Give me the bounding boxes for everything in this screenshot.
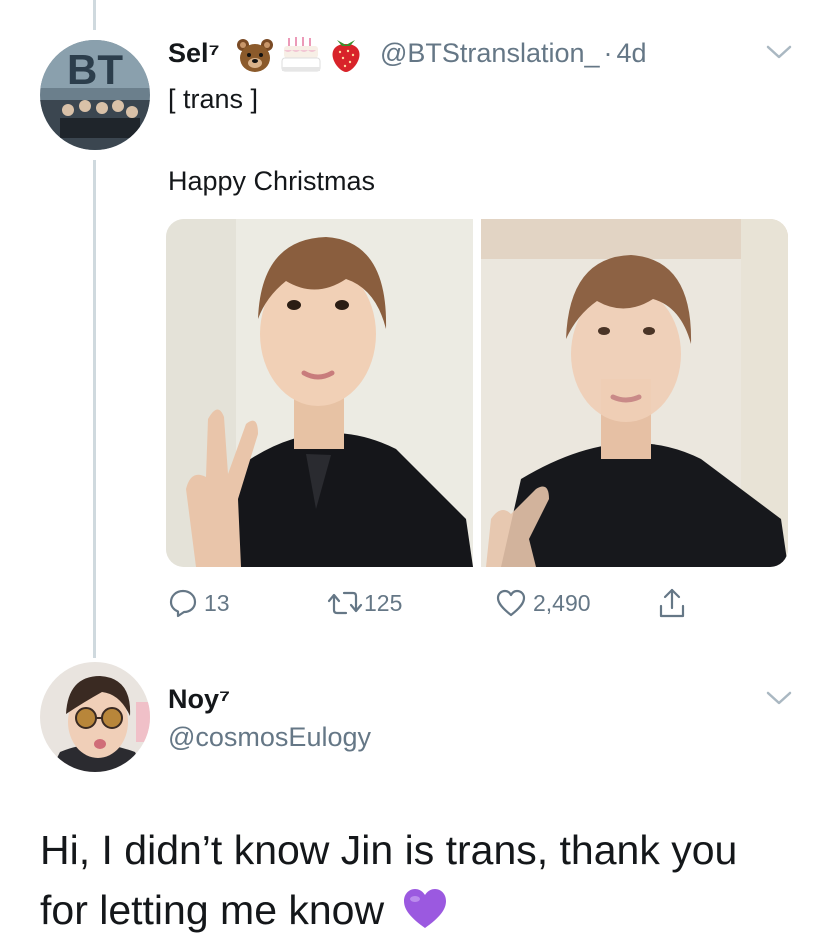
reply-text-line-2: for letting me know	[40, 880, 448, 946]
strawberry-emoji	[328, 34, 364, 79]
share-icon	[659, 588, 685, 618]
bear-emoji	[235, 36, 275, 79]
reply-text-line-2-text: for letting me know	[40, 887, 385, 933]
birthday-cake-emoji	[280, 34, 322, 79]
reply-action[interactable]: 13	[168, 588, 230, 618]
avatar-sel[interactable]: BT	[40, 40, 150, 150]
tweet-display-name[interactable]: Sel⁷	[168, 38, 220, 69]
tweet-photo-1[interactable]	[166, 219, 473, 567]
reply-icon	[169, 589, 197, 618]
tweet-text: Happy Christmas	[168, 166, 376, 196]
tweet-handle-text[interactable]: @BTStranslation_	[380, 38, 600, 68]
tweet-photo-2[interactable]	[481, 219, 788, 567]
avatar-noy[interactable]	[40, 662, 150, 772]
retweet-icon	[327, 591, 363, 615]
tweet-subtitle: [ trans ]	[168, 84, 259, 114]
like-count: 2,490	[533, 589, 591, 616]
retweet-action[interactable]: 125	[326, 588, 402, 618]
reply-count: 13	[204, 589, 230, 616]
thread-line-middle	[93, 160, 96, 658]
reply-display-name[interactable]: Noy⁷	[168, 684, 230, 715]
tweet-time[interactable]: 4d	[617, 38, 647, 68]
chevron-down-icon[interactable]	[766, 44, 792, 65]
reply-text-line-1: Hi, I didn’t know Jin is trans, thank yo…	[40, 827, 738, 873]
thread-line-top	[93, 0, 96, 30]
purple-heart-emoji	[402, 886, 448, 946]
heart-icon	[496, 589, 526, 617]
chevron-down-icon[interactable]	[766, 690, 792, 711]
like-action[interactable]: 2,490	[495, 588, 591, 618]
share-action[interactable]	[656, 586, 688, 620]
retweet-count: 125	[364, 589, 403, 616]
tweet-separator: ·	[603, 38, 613, 68]
tweet-handle[interactable]: @BTStranslation_ · 4d	[380, 38, 647, 69]
reply-handle[interactable]: @cosmosEulogy	[168, 722, 371, 753]
avatar-logo-text: BT	[67, 46, 123, 93]
